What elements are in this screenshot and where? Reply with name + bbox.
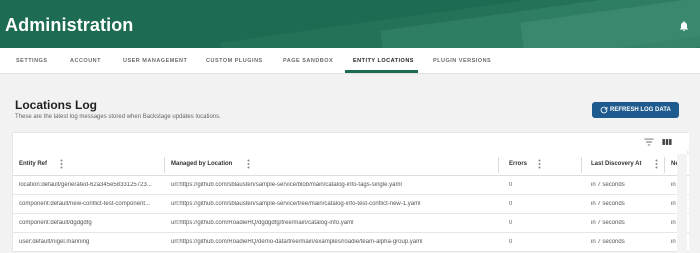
column-divider[interactable] [664, 157, 665, 173]
column-menu-icon[interactable] [538, 159, 541, 169]
column-menu-icon[interactable] [655, 159, 658, 169]
cell-entity-ref: user:default/nigel.manning [19, 239, 90, 245]
table-row[interactable]: component:default/dgdgdfg url:https://gi… [13, 214, 689, 233]
cell-errors: 0 [509, 201, 513, 207]
columns-icon[interactable] [662, 138, 672, 146]
cell-location: url:https://github.com/RoadieHQ/demo-dat… [171, 239, 423, 245]
tab-account[interactable]: ACCOUNT [70, 48, 101, 74]
tab-settings[interactable]: SETTINGS [16, 48, 48, 74]
app-header: Administration [0, 0, 700, 48]
tab-user-management[interactable]: USER MANAGEMENT [123, 48, 187, 74]
column-header-entity-ref[interactable]: Entity Ref [19, 161, 47, 167]
filter-icon[interactable] [644, 138, 654, 146]
tab-plugin-versions[interactable]: PLUGIN VERSIONS [433, 48, 491, 74]
column-header-last-discovery-at[interactable]: Last Discovery At [591, 161, 641, 167]
table-row[interactable]: user:default/nigel.manning url:https://g… [13, 233, 689, 252]
refresh-log-button[interactable]: REFRESH LOG DATA [592, 102, 679, 118]
column-menu-icon[interactable] [60, 159, 63, 169]
section-title: Locations Log [15, 98, 97, 112]
cell-errors: 0 [509, 239, 513, 245]
horizontal-scroll-shadow [677, 154, 687, 253]
cell-last-discovery: in 7 seconds [591, 201, 625, 207]
table-toolbar [13, 133, 689, 151]
bell-icon[interactable] [678, 20, 690, 32]
table-row[interactable]: location:default/generated-62a345e583312… [13, 176, 689, 195]
column-header-errors[interactable]: Errors [509, 161, 527, 167]
cell-errors: 0 [509, 220, 513, 226]
table-header: Entity Ref Managed by Location Errors La… [13, 154, 689, 176]
tab-custom-plugins[interactable]: CUSTOM PLUGINS [206, 48, 263, 74]
cell-last-discovery: in 7 seconds [591, 220, 625, 226]
tab-page-sandbox[interactable]: PAGE SANDBOX [283, 48, 333, 74]
cell-last-discovery: in 7 seconds [591, 182, 625, 188]
column-header-managed-by-location[interactable]: Managed by Location [171, 161, 232, 167]
cell-location: url:https://github.com/sblausten/sample-… [171, 182, 402, 188]
cell-location: url:https://github.com/RoadieHQ/dgdgdfg/… [171, 220, 354, 226]
table-row[interactable]: component:default/new-conflict-test-comp… [13, 195, 689, 214]
cell-location: url:https://github.com/sblausten/sample-… [171, 201, 421, 207]
cell-last-discovery: in 7 seconds [591, 239, 625, 245]
cell-errors: 0 [509, 182, 513, 188]
locations-table: Entity Ref Managed by Location Errors La… [12, 132, 689, 253]
column-menu-icon[interactable] [247, 159, 250, 169]
column-divider[interactable] [164, 157, 165, 173]
column-divider[interactable] [498, 157, 499, 173]
refresh-icon [600, 106, 608, 114]
cell-entity-ref: component:default/dgdgdfg [19, 220, 92, 226]
refresh-button-label: REFRESH LOG DATA [610, 107, 671, 113]
active-tab-indicator [345, 70, 418, 73]
page-title: Administration [5, 15, 134, 35]
cell-entity-ref: component:default/new-conflict-test-comp… [19, 201, 151, 207]
section-subtitle: These are the latest log messages stored… [15, 114, 221, 120]
cell-entity-ref: location:default/generated-62a345e583312… [19, 182, 152, 188]
column-divider[interactable] [581, 157, 582, 173]
